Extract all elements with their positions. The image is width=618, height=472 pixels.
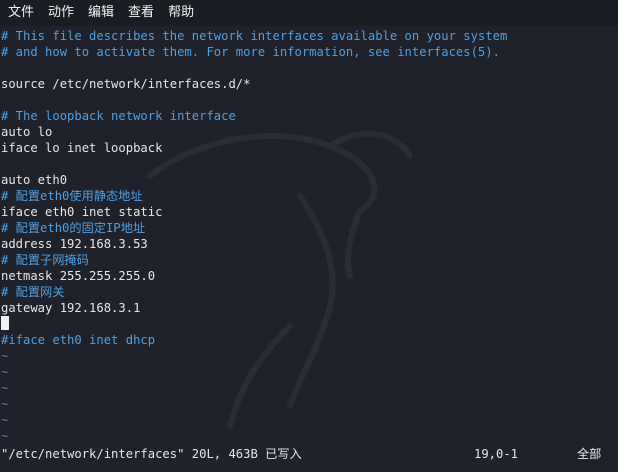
status-bar: "/etc/network/interfaces" 20L, 463B 已写入 … — [0, 446, 618, 466]
editor-line — [1, 156, 507, 172]
menu-help[interactable]: 帮助 — [162, 0, 200, 26]
bottom-strip — [0, 466, 618, 472]
scroll-percent: 全部 — [577, 447, 602, 461]
cursor-line — [1, 316, 507, 332]
line-text: # 配置eth0的固定IP地址 — [1, 221, 146, 235]
editor-line: auto lo — [1, 124, 507, 140]
line-text: auto lo — [1, 125, 53, 139]
editor-lines: # This file describes the network interf… — [1, 28, 507, 444]
line-text: iface lo inet loopback — [1, 141, 163, 155]
line-text: ~ — [1, 413, 9, 427]
line-text: #iface eth0 inet dhcp — [1, 333, 156, 347]
status-message: "/etc/network/interfaces" 20L, 463B 已写入 — [1, 447, 302, 461]
editor-line: # This file describes the network interf… — [1, 28, 507, 44]
line-text: ~ — [1, 429, 9, 443]
editor-line — [1, 60, 507, 76]
empty-line-marker: ~ — [1, 412, 507, 428]
menu-action[interactable]: 动作 — [42, 0, 80, 26]
line-text: source /etc/network/interfaces.d/* — [1, 77, 251, 91]
editor-line: # 配置eth0使用静态地址 — [1, 188, 507, 204]
editor-line: # 配置网关 — [1, 284, 507, 300]
line-text: ~ — [1, 349, 9, 363]
line-text: netmask 255.255.255.0 — [1, 269, 156, 283]
editor-line: netmask 255.255.255.0 — [1, 268, 507, 284]
cursor-position: 19,0-1 — [474, 447, 519, 461]
line-text: ~ — [1, 397, 9, 411]
line-text: ~ — [1, 381, 9, 395]
editor-line: # 配置eth0的固定IP地址 — [1, 220, 507, 236]
line-text: # The loopback network interface — [1, 109, 236, 123]
empty-line-marker: ~ — [1, 396, 507, 412]
editor-line — [1, 92, 507, 108]
line-text: # 配置eth0使用静态地址 — [1, 189, 143, 203]
editor-line: # and how to activate them. For more inf… — [1, 44, 507, 60]
terminal-editor[interactable]: # This file describes the network interf… — [0, 26, 618, 446]
line-text: ~ — [1, 365, 9, 379]
menu-view[interactable]: 查看 — [122, 0, 160, 26]
line-text: # 配置网关 — [1, 285, 65, 299]
editor-line: # The loopback network interface — [1, 108, 507, 124]
empty-line-marker: ~ — [1, 428, 507, 444]
editor-line: iface lo inet loopback — [1, 140, 507, 156]
editor-line: gateway 192.168.3.1 — [1, 300, 507, 316]
editor-line: # 配置子网掩码 — [1, 252, 507, 268]
line-text: auto eth0 — [1, 173, 68, 187]
line-text: # This file describes the network interf… — [1, 29, 508, 43]
menu-file[interactable]: 文件 — [2, 0, 40, 26]
menu-bar: 文件 动作 编辑 查看 帮助 — [0, 0, 618, 26]
editor-line: #iface eth0 inet dhcp — [1, 332, 507, 348]
line-text: address 192.168.3.53 — [1, 237, 148, 251]
text-cursor — [1, 316, 9, 330]
line-text: gateway 192.168.3.1 — [1, 301, 141, 315]
empty-line-marker: ~ — [1, 380, 507, 396]
empty-line-marker: ~ — [1, 364, 507, 380]
editor-line: address 192.168.3.53 — [1, 236, 507, 252]
editor-line: iface eth0 inet static — [1, 204, 507, 220]
line-text: # 配置子网掩码 — [1, 253, 89, 267]
editor-line: source /etc/network/interfaces.d/* — [1, 76, 507, 92]
line-text: iface eth0 inet static — [1, 205, 163, 219]
menu-edit[interactable]: 编辑 — [82, 0, 120, 26]
editor-line: auto eth0 — [1, 172, 507, 188]
empty-line-marker: ~ — [1, 348, 507, 364]
line-text: # and how to activate them. For more inf… — [1, 45, 500, 59]
